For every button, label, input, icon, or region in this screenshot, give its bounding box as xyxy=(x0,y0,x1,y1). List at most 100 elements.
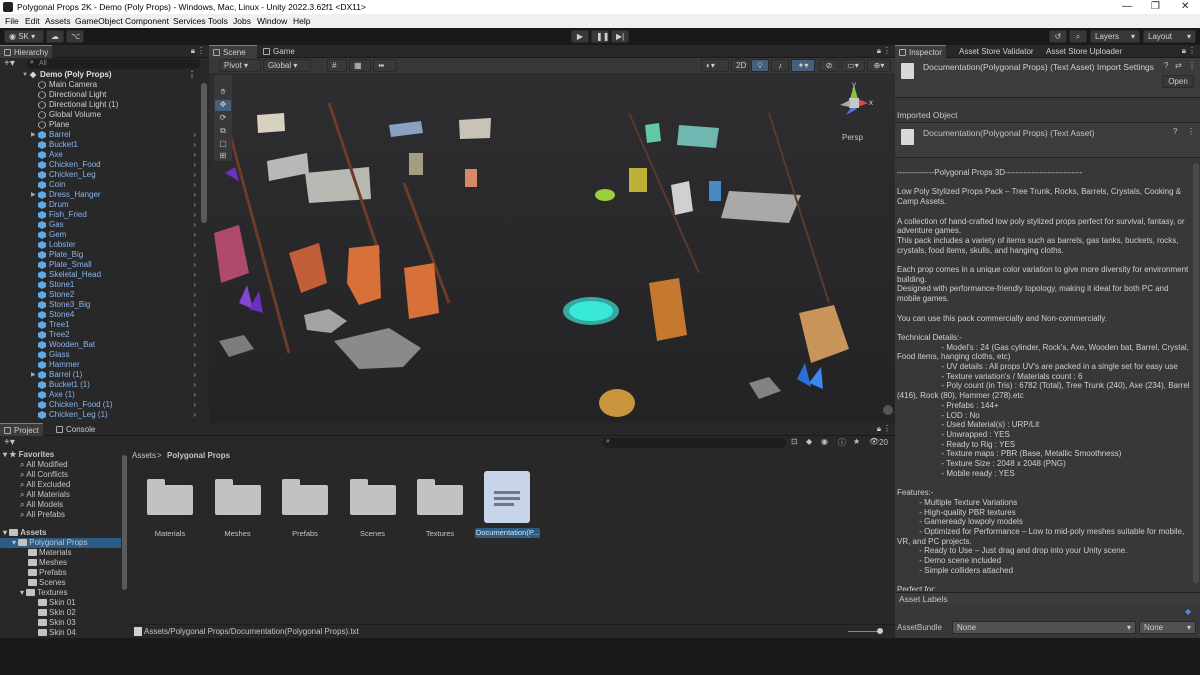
menu-gameobject[interactable]: GameObject xyxy=(75,16,123,26)
chevron-right-icon[interactable]: › xyxy=(193,340,196,350)
hierarchy-item[interactable]: Bucket1 (1) › xyxy=(0,380,200,390)
menu-jobs[interactable]: Jobs xyxy=(233,16,251,26)
chevron-right-icon[interactable]: › xyxy=(193,330,196,340)
lock-icon[interactable]: 🔒︎ xyxy=(191,46,195,56)
tab-console[interactable]: Console xyxy=(52,423,99,436)
menu-services[interactable]: Services xyxy=(173,16,206,26)
chevron-right-icon[interactable]: › xyxy=(193,200,196,210)
inspector-scrollbar[interactable] xyxy=(1193,163,1199,583)
hierarchy-item[interactable]: Hammer › xyxy=(0,360,200,370)
transform-tool-icon[interactable]: ⊞ xyxy=(215,151,231,161)
tab-asset-store-uploader[interactable]: Asset Store Uploader xyxy=(1032,45,1126,58)
scale-tool-icon[interactable]: ⧉ xyxy=(215,126,231,137)
project-folder[interactable]: ▾ Textures xyxy=(20,588,67,598)
chevron-right-icon[interactable]: › xyxy=(193,140,196,150)
chevron-right-icon[interactable]: › xyxy=(193,390,196,400)
filter-icon[interactable]: ◉ xyxy=(821,437,828,446)
2d-toggle[interactable]: 2D xyxy=(731,59,749,72)
folder-label[interactable]: Scenes xyxy=(338,529,408,538)
project-folder[interactable]: Skin 01 xyxy=(38,598,76,608)
folder-icon[interactable] xyxy=(147,479,193,515)
grid-snap-button[interactable]: # xyxy=(327,59,347,72)
project-folder[interactable]: Scenes xyxy=(28,578,66,588)
scene-viewport[interactable]: y x Persp ✋︎ ✥ ⟳ ⧉ ▢ ⊞ xyxy=(209,73,895,423)
grid-toggle-button[interactable]: ▦ xyxy=(349,59,371,72)
tab-project[interactable]: Project xyxy=(0,423,43,436)
tab-game[interactable]: Game xyxy=(259,45,299,58)
hierarchy-item[interactable]: Lobster › xyxy=(0,240,200,250)
chevron-right-icon[interactable]: › xyxy=(193,180,196,190)
more-icon[interactable]: ⋮ xyxy=(883,46,891,55)
hierarchy-search-input[interactable]: ⌕ All xyxy=(26,59,201,69)
increment-snap-button[interactable]: ⇹ xyxy=(373,59,397,72)
chevron-right-icon[interactable]: ▶ xyxy=(31,190,36,200)
hierarchy-item[interactable]: Stone4 › xyxy=(0,310,200,320)
more-icon[interactable]: ⋮ xyxy=(1188,61,1196,70)
eye-icon[interactable]: 👁︎ xyxy=(869,437,879,446)
minimize-icon[interactable]: — xyxy=(1122,1,1132,12)
search-button[interactable]: ⌕ xyxy=(1069,30,1087,43)
favorite-item[interactable]: ⌕ All Excluded xyxy=(20,480,70,490)
shading-mode-dropdown[interactable]: ◐▾ xyxy=(701,59,729,72)
favorite-item[interactable]: ⌕ All Conflicts xyxy=(20,470,68,480)
tab-inspector[interactable]: Inspector xyxy=(895,45,946,58)
global-dropdown[interactable]: Global ▾ xyxy=(263,59,311,72)
assets-header[interactable]: ▾ Assets xyxy=(3,528,47,538)
gizmos-dropdown[interactable]: ⊕▾ xyxy=(867,59,891,72)
hierarchy-scrollbar[interactable] xyxy=(201,83,207,223)
close-icon[interactable]: ✕ xyxy=(1181,1,1189,12)
camera-settings-dropdown[interactable]: ▭▾ xyxy=(841,59,865,72)
hierarchy-item[interactable]: Fish_Fried › xyxy=(0,210,200,220)
chevron-right-icon[interactable]: › xyxy=(193,210,196,220)
persp-label[interactable]: Persp xyxy=(842,133,863,142)
more-icon[interactable]: ⋮ xyxy=(1188,46,1196,55)
favorite-item[interactable]: ⌕ All Prefabs xyxy=(20,510,65,520)
folder-label[interactable]: Meshes xyxy=(203,529,273,538)
chevron-right-icon[interactable]: › xyxy=(193,250,196,260)
hidden-objects-toggle[interactable]: ⊘ xyxy=(819,59,839,72)
menu-assets[interactable]: Assets xyxy=(45,16,71,26)
hierarchy-item[interactable]: Stone3_Big › xyxy=(0,300,200,310)
breadcrumb-polygonal-props[interactable]: Polygonal Props xyxy=(167,451,230,460)
favorite-item[interactable]: ⌕ All Models xyxy=(20,500,63,510)
scene-root[interactable]: ▼ ◈ Demo (Poly Props) ⋮ xyxy=(0,70,200,80)
folder-icon[interactable] xyxy=(214,479,261,515)
favorite-item[interactable]: ⌕ All Materials xyxy=(20,490,70,500)
star-icon[interactable]: ★ xyxy=(853,437,860,446)
search-by-type-icon[interactable]: ⊡ xyxy=(791,437,798,446)
project-folder[interactable]: Prefabs xyxy=(28,568,67,578)
chevron-right-icon[interactable]: › xyxy=(193,360,196,370)
chevron-right-icon[interactable]: › xyxy=(193,320,196,330)
hierarchy-item[interactable]: Plane xyxy=(0,120,200,130)
chevron-right-icon[interactable]: › xyxy=(193,170,196,180)
hierarchy-item[interactable]: Axe (1) › xyxy=(0,390,200,400)
cloud-button[interactable]: ☁ xyxy=(46,30,64,43)
project-folder[interactable]: Skin 04 xyxy=(38,628,76,638)
menu-window[interactable]: Window xyxy=(257,16,287,26)
more-icon[interactable]: ⋮ xyxy=(883,424,891,433)
folder-label[interactable]: Prefabs xyxy=(270,529,340,538)
chevron-right-icon[interactable]: › xyxy=(193,260,196,270)
move-tool-icon[interactable]: ✥ xyxy=(215,100,231,111)
hierarchy-item[interactable]: Main Camera xyxy=(0,80,200,90)
hierarchy-item[interactable]: Plate_Small › xyxy=(0,260,200,270)
tab-hierarchy[interactable]: Hierarchy xyxy=(0,45,53,58)
hierarchy-item[interactable]: Tree1 › xyxy=(0,320,200,330)
lock-icon[interactable]: 🔒︎ xyxy=(877,46,881,56)
folder-icon[interactable] xyxy=(349,479,396,515)
chevron-right-icon[interactable]: › xyxy=(193,380,196,390)
chevron-right-icon[interactable]: › xyxy=(193,270,196,280)
project-folder[interactable]: Materials xyxy=(28,548,71,558)
hierarchy-item[interactable]: Stone1 › xyxy=(0,280,200,290)
maximize-icon[interactable]: ❐ xyxy=(1151,1,1160,12)
collab-button[interactable]: ⌥ xyxy=(66,30,84,43)
chevron-right-icon[interactable]: ▶ xyxy=(31,370,36,380)
hierarchy-item[interactable]: Tree2 › xyxy=(0,330,200,340)
documentation-file-icon[interactable] xyxy=(484,471,530,523)
project-folder[interactable]: Meshes xyxy=(28,558,67,568)
effects-dropdown[interactable]: ✦▾ xyxy=(791,59,815,72)
tag-icon[interactable]: ◆ xyxy=(1185,607,1191,616)
menu-tools[interactable]: Tools xyxy=(208,16,228,26)
project-folder[interactable]: Skin 02 xyxy=(38,608,76,618)
hierarchy-item[interactable]: Axe › xyxy=(0,150,200,160)
